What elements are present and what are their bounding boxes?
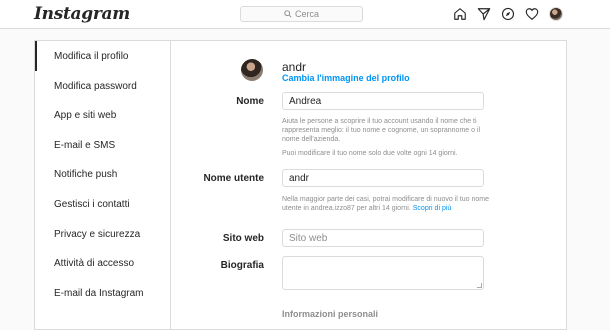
sidebar-item-email-sms[interactable]: E-mail e SMS xyxy=(35,130,171,160)
home-icon[interactable] xyxy=(452,6,468,22)
top-navigation-bar: Instagram Cerca xyxy=(0,0,610,29)
settings-card: Modifica il profilo Modifica password Ap… xyxy=(34,40,567,330)
search-input[interactable]: Cerca xyxy=(240,6,363,22)
sidebar-item-manage-contacts[interactable]: Gestisci i contatti xyxy=(35,189,171,219)
name-field[interactable]: Andrea xyxy=(282,92,484,110)
instagram-logo[interactable]: Instagram xyxy=(34,4,130,24)
sidebar-item-push-notifications[interactable]: Notifiche push xyxy=(35,159,171,189)
profile-avatar-nav[interactable] xyxy=(548,6,564,22)
settings-sidebar: Modifica il profilo Modifica password Ap… xyxy=(35,41,171,329)
profile-photo[interactable] xyxy=(241,59,263,81)
learn-more-link[interactable]: Scopri di più xyxy=(413,205,452,212)
explore-compass-icon[interactable] xyxy=(500,6,516,22)
edit-profile-form: andr Cambia l'immagine del profilo Nome … xyxy=(172,41,568,329)
heart-icon[interactable] xyxy=(524,6,540,22)
sidebar-item-login-activity[interactable]: Attività di accesso xyxy=(35,248,171,278)
sidebar-item-apps-websites[interactable]: App e siti web xyxy=(35,100,171,130)
profile-username: andr xyxy=(282,60,307,74)
name-help-text: Aiuta le persone a scoprire il tuo accou… xyxy=(282,118,481,143)
avatar xyxy=(549,7,563,21)
direct-send-icon[interactable] xyxy=(476,6,492,22)
sidebar-item-change-password[interactable]: Modifica password xyxy=(35,71,171,101)
sidebar-item-edit-profile[interactable]: Modifica il profilo xyxy=(35,41,171,71)
username-help-text: Nella maggior parte dei casi, potrai mod… xyxy=(282,195,494,213)
username-field[interactable]: andr xyxy=(282,169,484,187)
website-field[interactable]: Sito web xyxy=(282,229,484,247)
change-profile-photo-link[interactable]: Cambia l'immagine del profilo xyxy=(282,73,410,83)
username-label: Nome utente xyxy=(203,173,264,184)
resize-handle-icon[interactable] xyxy=(477,283,482,288)
username-help-body: Nella maggior parte dei casi, potrai mod… xyxy=(282,196,489,212)
name-label: Nome xyxy=(236,96,264,107)
name-change-limit-text: Puoi modificare il tuo nome solo due vol… xyxy=(282,150,458,157)
nav-icons xyxy=(452,6,564,22)
bio-label: Biografia xyxy=(220,260,264,271)
personal-info-heading: Informazioni personali xyxy=(282,309,379,319)
sidebar-item-emails-from-instagram[interactable]: E-mail da Instagram xyxy=(35,278,171,308)
sidebar-item-privacy-security[interactable]: Privacy e sicurezza xyxy=(35,219,171,249)
bio-textarea[interactable] xyxy=(282,256,484,290)
website-label: Sito web xyxy=(222,233,264,244)
search-placeholder: Cerca xyxy=(294,9,319,19)
search-icon xyxy=(284,10,292,18)
